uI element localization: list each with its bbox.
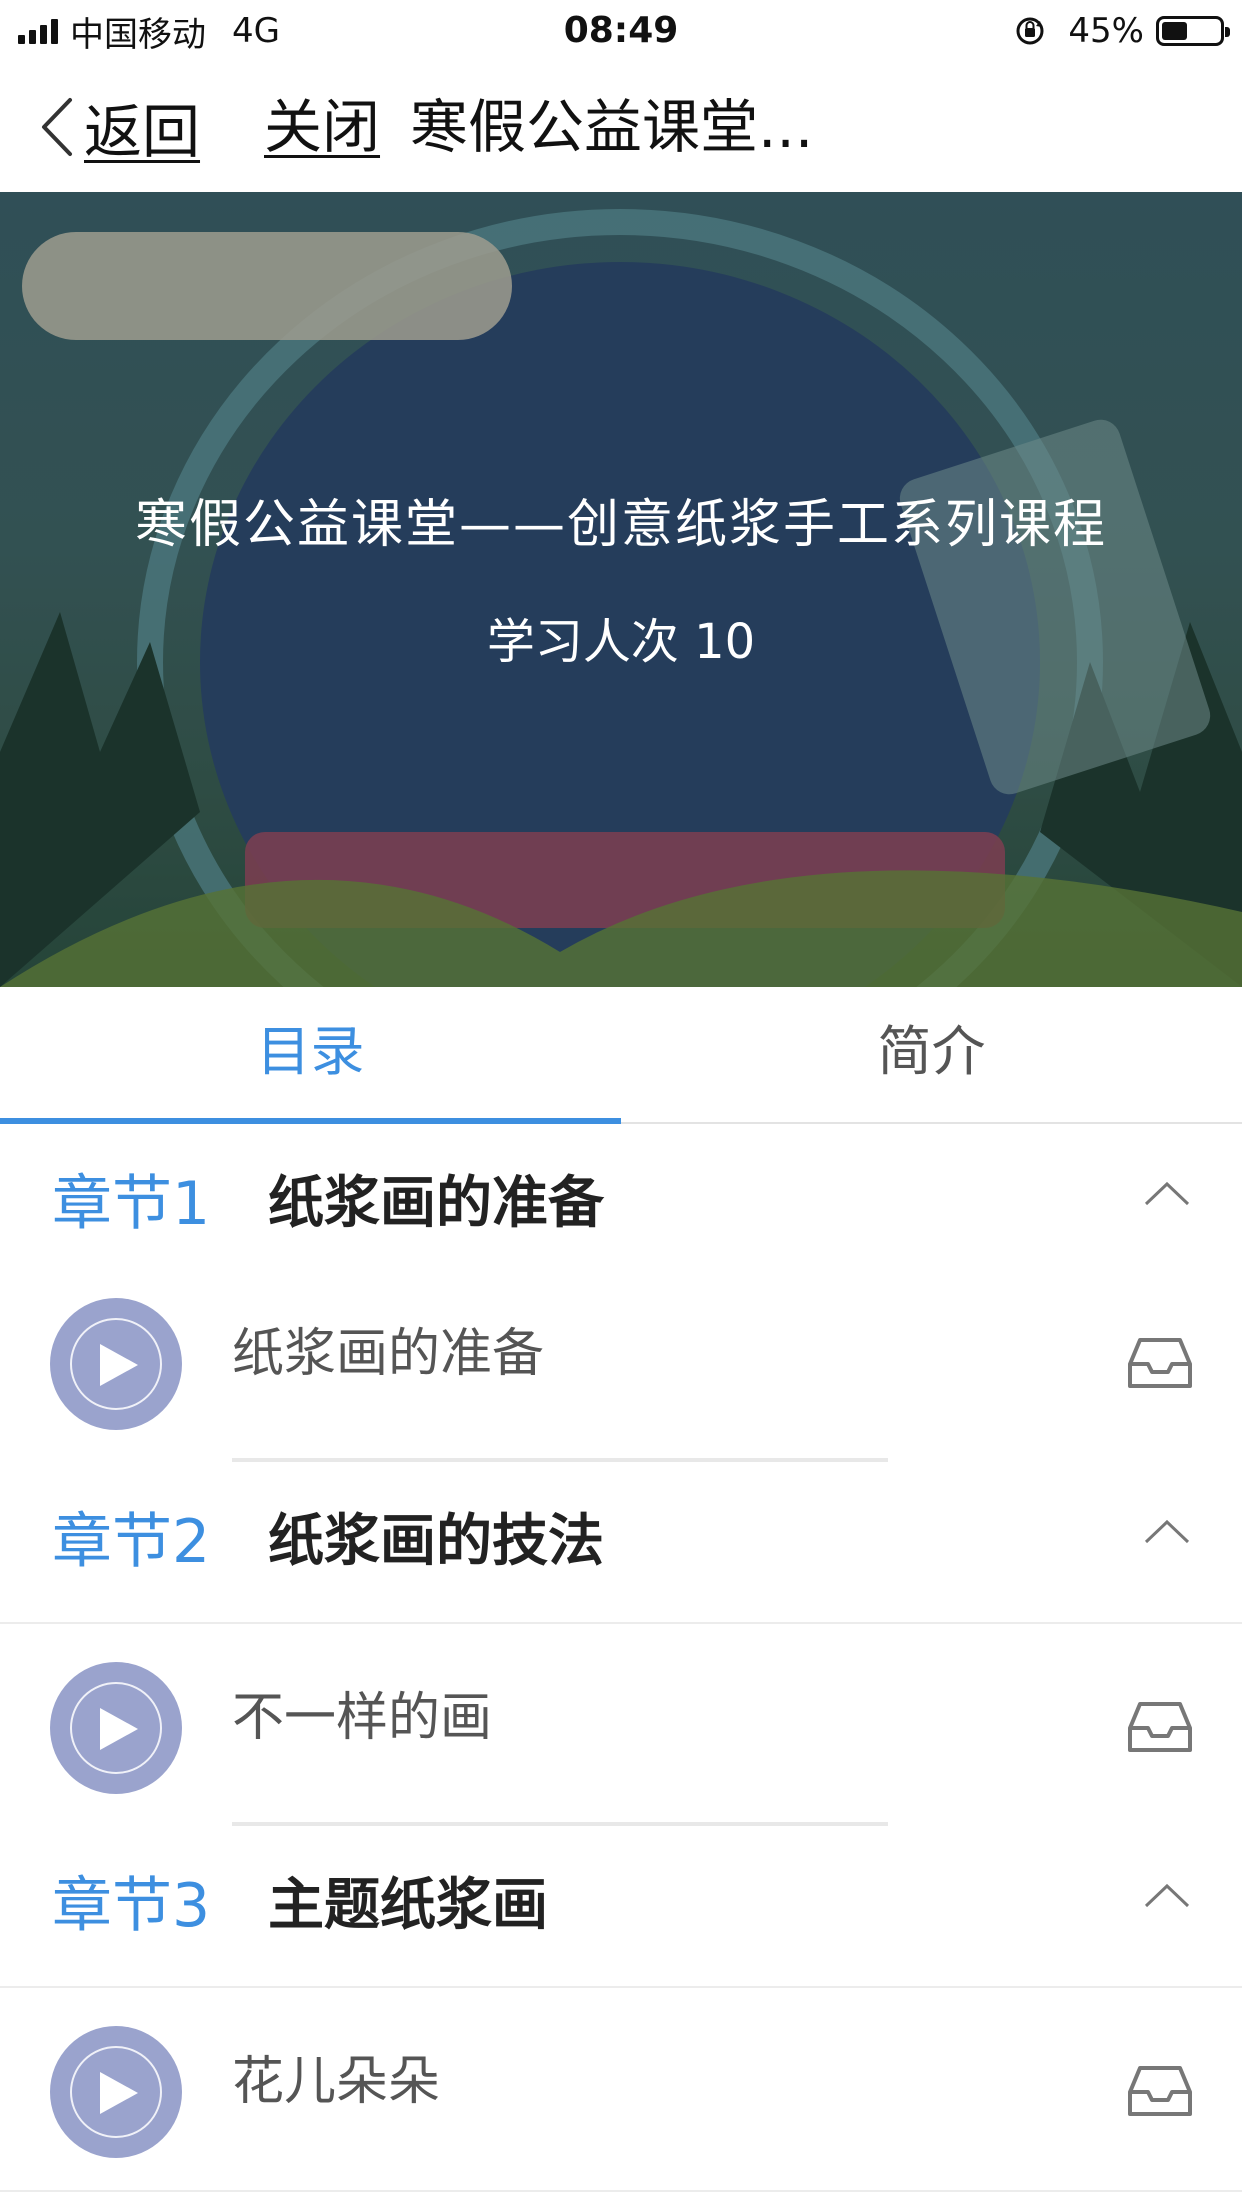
back-label[interactable]: 返回 xyxy=(84,85,200,169)
course-title: 寒假公益课堂——创意纸浆手工系列课程 xyxy=(134,495,1107,555)
close-label[interactable]: 关闭 xyxy=(264,93,380,161)
close-button[interactable]: 关闭 xyxy=(264,90,380,164)
battery-icon xyxy=(1156,16,1230,46)
play-icon xyxy=(100,1344,138,1386)
page-title: 寒假公益课堂... xyxy=(410,93,814,161)
lesson-item[interactable]: 花儿朵朵 xyxy=(0,1994,1242,2192)
nav-bar: 返回 关闭 寒假公益课堂... xyxy=(0,62,1242,192)
chevron-up-icon[interactable] xyxy=(1142,1174,1192,1214)
chevron-up-icon[interactable] xyxy=(1142,1512,1192,1552)
play-button[interactable] xyxy=(50,1662,182,1794)
chapter-title: 纸浆画的技法 xyxy=(268,1509,604,1574)
chapter-number: 章节2 xyxy=(52,1507,211,1577)
lesson-title: 不一样的画 xyxy=(232,1688,493,1748)
tab-intro[interactable]: 简介 xyxy=(621,987,1242,1122)
download-tray-icon[interactable] xyxy=(1124,1694,1196,1758)
chevron-left-icon xyxy=(42,98,72,156)
chevron-up-icon[interactable] xyxy=(1142,1876,1192,1916)
lesson-item[interactable]: 纸浆画的准备 xyxy=(0,1266,1242,1464)
rotation-lock-icon xyxy=(1016,17,1044,45)
play-icon xyxy=(100,1708,138,1750)
tab-catalog[interactable]: 目录 xyxy=(0,987,621,1122)
chapter-header[interactable]: 章节3 主题纸浆画 xyxy=(0,1826,1242,1988)
chapter-title: 纸浆画的准备 xyxy=(268,1171,604,1236)
play-button[interactable] xyxy=(50,2026,182,2158)
lesson-item[interactable]: 不一样的画 xyxy=(0,1630,1242,1828)
back-button[interactable]: 返回 xyxy=(36,90,200,166)
play-button[interactable] xyxy=(50,1298,182,1430)
download-tray-icon[interactable] xyxy=(1124,2058,1196,2122)
download-tray-icon[interactable] xyxy=(1124,1330,1196,1394)
chapter-header[interactable]: 章节1 纸浆画的准备 xyxy=(0,1124,1242,1286)
learner-count: 学习人次 10 xyxy=(486,614,756,670)
status-right: 45% xyxy=(1014,8,1230,54)
status-bar: 中国移动 4G 08:49 45% xyxy=(0,0,1242,62)
tab-bar: 目录 简介 xyxy=(0,987,1242,1124)
play-icon xyxy=(100,2072,138,2114)
lesson-title: 纸浆画的准备 xyxy=(232,1324,545,1384)
chapter-header[interactable]: 章节2 纸浆画的技法 xyxy=(0,1462,1242,1624)
banner-dim-overlay xyxy=(0,192,1242,987)
battery-percent: 45% xyxy=(1068,11,1144,51)
lesson-title: 花儿朵朵 xyxy=(232,2052,441,2112)
chapter-title: 主题纸浆画 xyxy=(268,1873,548,1938)
chapter-number: 章节1 xyxy=(52,1169,211,1239)
chapter-number: 章节3 xyxy=(52,1871,211,1941)
course-banner: 寒假公益课堂——创意纸浆手工系列课程 学习人次 10 xyxy=(0,192,1242,987)
